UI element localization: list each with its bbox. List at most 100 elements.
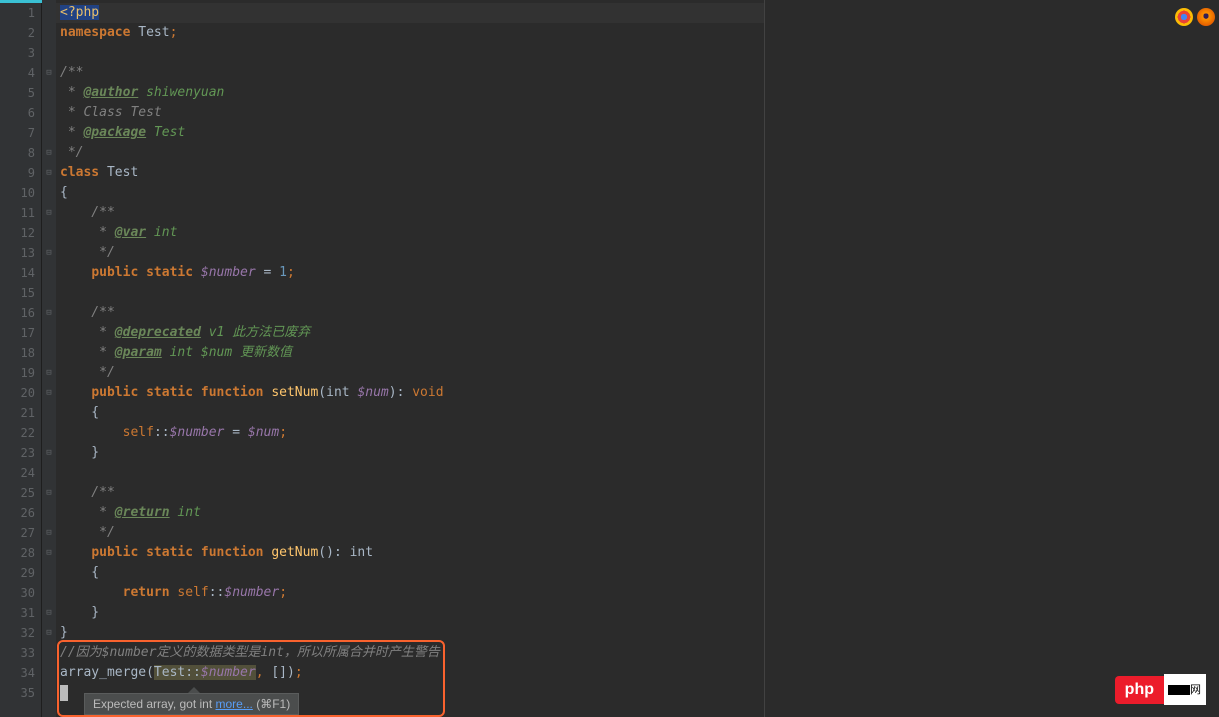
line-number[interactable]: 30 bbox=[0, 583, 41, 603]
browser-launch-icons bbox=[1175, 8, 1215, 26]
line-number[interactable]: 4 bbox=[0, 63, 41, 83]
code-area[interactable]: <?phpnamespace Test; /** * @author shiwen… bbox=[56, 0, 764, 717]
code-line[interactable]: * @deprecated v1 此方法已废弃 bbox=[56, 323, 764, 343]
fold-toggle[interactable]: ⊟ bbox=[42, 383, 56, 403]
fold-toggle bbox=[42, 183, 56, 203]
line-number[interactable]: 14 bbox=[0, 263, 41, 283]
code-line[interactable]: * @param int $num 更新数值 bbox=[56, 343, 764, 363]
line-number[interactable]: 31 bbox=[0, 603, 41, 623]
line-number[interactable]: 17 bbox=[0, 323, 41, 343]
code-line[interactable]: /** bbox=[56, 303, 764, 323]
code-line[interactable]: /** bbox=[56, 203, 764, 223]
line-number[interactable]: 25 bbox=[0, 483, 41, 503]
chrome-icon[interactable] bbox=[1175, 8, 1193, 26]
fold-gutter[interactable]: ⊟⊟⊟⊟⊟⊟⊟⊟⊟⊟⊟⊟⊟⊟ bbox=[42, 0, 56, 717]
line-number[interactable]: 9 bbox=[0, 163, 41, 183]
line-number[interactable]: 6 bbox=[0, 103, 41, 123]
line-number[interactable]: 12 bbox=[0, 223, 41, 243]
line-number[interactable]: 10 bbox=[0, 183, 41, 203]
code-line[interactable]: { bbox=[56, 403, 764, 423]
line-number[interactable]: 16 bbox=[0, 303, 41, 323]
line-number[interactable]: 19 bbox=[0, 363, 41, 383]
code-line[interactable] bbox=[56, 283, 764, 303]
fold-toggle[interactable]: ⊟ bbox=[42, 443, 56, 463]
line-number[interactable]: 1 bbox=[0, 3, 41, 23]
code-line[interactable]: self::$number = $num; bbox=[56, 423, 764, 443]
fold-toggle[interactable]: ⊟ bbox=[42, 143, 56, 163]
line-number[interactable]: 26 bbox=[0, 503, 41, 523]
code-line[interactable]: { bbox=[56, 563, 764, 583]
line-number[interactable]: 20 bbox=[0, 383, 41, 403]
code-line[interactable]: public static function setNum(int $num):… bbox=[56, 383, 764, 403]
fold-toggle bbox=[42, 463, 56, 483]
code-line[interactable]: namespace Test; bbox=[56, 23, 764, 43]
line-number[interactable]: 13 bbox=[0, 243, 41, 263]
watermark-brand: php bbox=[1115, 676, 1164, 704]
code-line[interactable]: { bbox=[56, 183, 764, 203]
fold-toggle[interactable]: ⊟ bbox=[42, 623, 56, 643]
code-line[interactable]: */ bbox=[56, 523, 764, 543]
line-number[interactable]: 27 bbox=[0, 523, 41, 543]
code-line[interactable] bbox=[56, 463, 764, 483]
tooltip-more-link[interactable]: more... bbox=[216, 697, 253, 711]
line-number[interactable]: 18 bbox=[0, 343, 41, 363]
line-number-gutter[interactable]: 1234567891011121314151617181920212223242… bbox=[0, 0, 42, 717]
line-number[interactable]: 24 bbox=[0, 463, 41, 483]
code-line[interactable]: } bbox=[56, 603, 764, 623]
code-line[interactable]: <?php bbox=[56, 3, 764, 23]
fold-toggle bbox=[42, 263, 56, 283]
code-line[interactable]: } bbox=[56, 443, 764, 463]
code-line[interactable]: public static $number = 1; bbox=[56, 263, 764, 283]
line-number[interactable]: 32 bbox=[0, 623, 41, 643]
firefox-icon[interactable] bbox=[1197, 8, 1215, 26]
watermark-suffix: 网 bbox=[1164, 674, 1206, 705]
code-line[interactable]: return self::$number; bbox=[56, 583, 764, 603]
line-number[interactable]: 34 bbox=[0, 663, 41, 683]
code-line[interactable]: //因为$number定义的数据类型是int，所以所属合并时产生警告 bbox=[56, 643, 764, 663]
line-number[interactable]: 22 bbox=[0, 423, 41, 443]
line-number[interactable]: 11 bbox=[0, 203, 41, 223]
line-number[interactable]: 35 bbox=[0, 683, 41, 703]
code-line[interactable]: public static function getNum(): int bbox=[56, 543, 764, 563]
line-number[interactable]: 2 bbox=[0, 23, 41, 43]
line-number[interactable]: 15 bbox=[0, 283, 41, 303]
code-line[interactable]: } bbox=[56, 623, 764, 643]
fold-toggle[interactable]: ⊟ bbox=[42, 243, 56, 263]
line-number[interactable]: 5 bbox=[0, 83, 41, 103]
code-line[interactable]: */ bbox=[56, 363, 764, 383]
fold-toggle[interactable]: ⊟ bbox=[42, 543, 56, 563]
fold-toggle[interactable]: ⊟ bbox=[42, 363, 56, 383]
line-number[interactable]: 21 bbox=[0, 403, 41, 423]
code-line[interactable]: array_merge(Test::$number, []); bbox=[56, 663, 764, 683]
code-line[interactable]: * Class Test bbox=[56, 103, 764, 123]
inspection-tooltip[interactable]: Expected array, got int more... (⌘F1) bbox=[84, 693, 299, 715]
line-number[interactable]: 8 bbox=[0, 143, 41, 163]
code-line[interactable]: * @author shiwenyuan bbox=[56, 83, 764, 103]
line-number[interactable]: 23 bbox=[0, 443, 41, 463]
line-number[interactable]: 3 bbox=[0, 43, 41, 63]
code-line[interactable]: * @package Test bbox=[56, 123, 764, 143]
fold-toggle bbox=[42, 123, 56, 143]
code-line[interactable]: /** bbox=[56, 483, 764, 503]
fold-toggle[interactable]: ⊟ bbox=[42, 63, 56, 83]
line-number[interactable]: 28 bbox=[0, 543, 41, 563]
code-line[interactable]: /** bbox=[56, 63, 764, 83]
line-number[interactable]: 33 bbox=[0, 643, 41, 663]
line-number[interactable]: 7 bbox=[0, 123, 41, 143]
fold-toggle[interactable]: ⊟ bbox=[42, 483, 56, 503]
code-line[interactable]: * @var int bbox=[56, 223, 764, 243]
code-line[interactable]: class Test bbox=[56, 163, 764, 183]
code-line[interactable] bbox=[56, 43, 764, 63]
fold-toggle[interactable]: ⊟ bbox=[42, 203, 56, 223]
fold-toggle bbox=[42, 423, 56, 443]
fold-toggle[interactable]: ⊟ bbox=[42, 303, 56, 323]
editor-container: 1234567891011121314151617181920212223242… bbox=[0, 0, 1219, 717]
code-line[interactable]: */ bbox=[56, 243, 764, 263]
fold-toggle[interactable]: ⊟ bbox=[42, 523, 56, 543]
tooltip-arrow bbox=[188, 687, 200, 693]
code-line[interactable]: * @return int bbox=[56, 503, 764, 523]
code-line[interactable]: */ bbox=[56, 143, 764, 163]
fold-toggle[interactable]: ⊟ bbox=[42, 603, 56, 623]
fold-toggle[interactable]: ⊟ bbox=[42, 163, 56, 183]
line-number[interactable]: 29 bbox=[0, 563, 41, 583]
